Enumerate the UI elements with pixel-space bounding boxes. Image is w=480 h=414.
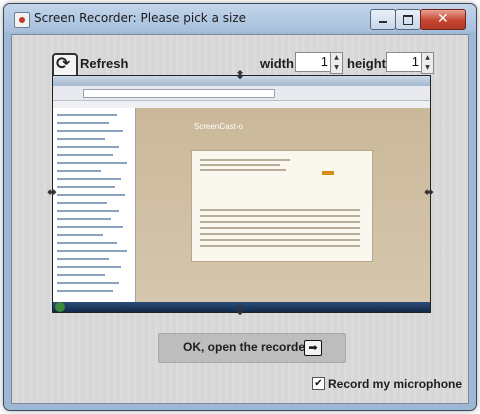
screen-recorder-window: Screen Recorder: Please pick a size ✕ ⟳ …: [3, 3, 477, 411]
width-spinner[interactable]: ▲ ▼: [330, 52, 343, 74]
resize-handle-bottom-icon[interactable]: ⬍: [234, 305, 246, 317]
preview-start-orb-icon: [55, 302, 65, 312]
preview-page-logo: ScreenCast-o: [194, 122, 243, 131]
width-up-arrow-icon[interactable]: ▲: [331, 53, 342, 63]
height-label: height:: [347, 56, 391, 71]
resize-handle-left-icon[interactable]: ⬌: [46, 186, 58, 198]
resize-handle-top-icon[interactable]: ⬍: [234, 69, 246, 81]
recorder-client-area: ⟳ Refresh width: 1 680 ▲ ▼ height: 1 050…: [11, 34, 469, 404]
height-input[interactable]: 1 050: [386, 52, 423, 87]
maximize-icon: [403, 15, 413, 25]
open-recorder-label: OK, open the recorder: [183, 340, 310, 354]
arrow-right-icon: ➡: [304, 340, 322, 356]
height-down-arrow-icon[interactable]: ▼: [422, 63, 433, 73]
refresh-label[interactable]: Refresh: [80, 56, 128, 71]
height-spinner[interactable]: ▲ ▼: [421, 52, 434, 74]
record-microphone-checkbox[interactable]: ✔: [312, 377, 325, 390]
preview-sidebar: [53, 108, 136, 302]
height-up-arrow-icon[interactable]: ▲: [422, 53, 433, 63]
minimize-button[interactable]: [370, 9, 396, 30]
capture-area-preview[interactable]: ScreenCast-o: [52, 75, 431, 313]
preview-address-bar: [83, 89, 275, 98]
refresh-icon: ⟳: [56, 54, 71, 74]
open-recorder-button[interactable]: OK, open the recorder ➡: [158, 333, 346, 363]
recorder-app-icon: [14, 12, 30, 28]
width-down-arrow-icon[interactable]: ▼: [331, 63, 342, 73]
width-input[interactable]: 1 680: [295, 52, 332, 87]
preview-web-page: ScreenCast-o: [136, 108, 430, 302]
window-title: Screen Recorder: Please pick a size: [34, 11, 246, 25]
record-microphone-label[interactable]: Record my microphone: [328, 377, 462, 391]
maximize-button[interactable]: [395, 9, 421, 30]
minimize-icon: [379, 21, 387, 23]
width-label: width:: [260, 56, 299, 71]
close-icon: ✕: [437, 11, 449, 27]
preview-content-card: [191, 150, 373, 262]
preview-bookmarks-bar: [53, 101, 430, 108]
resize-handle-right-icon[interactable]: ⬌: [423, 186, 435, 198]
close-button[interactable]: ✕: [420, 9, 466, 30]
title-bar[interactable]: Screen Recorder: Please pick a size ✕: [4, 4, 476, 34]
